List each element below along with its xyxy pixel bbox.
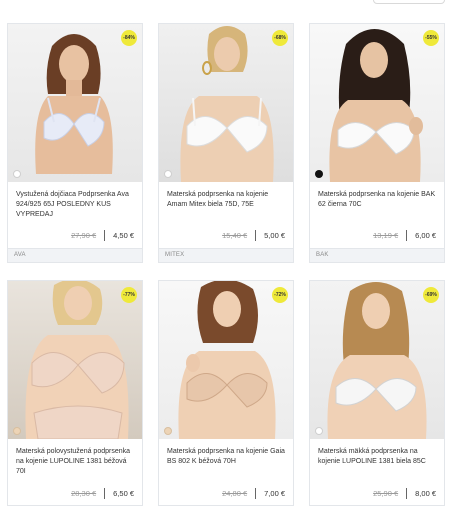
old-price: 25,90 € <box>373 489 399 498</box>
price-separator <box>104 230 106 241</box>
product-image[interactable]: -77% <box>8 281 142 439</box>
price-separator <box>255 488 257 499</box>
product-name[interactable]: Materská podprsenka na kojenie Amam Mite… <box>167 190 289 210</box>
price: 5,00 € <box>264 231 285 240</box>
color-swatch[interactable] <box>13 427 21 435</box>
old-price: 13,19 € <box>373 231 399 240</box>
discount-badge: -77% <box>121 287 137 303</box>
product-name[interactable]: Materská podprsenka na kojenie Gaia BS 8… <box>167 447 289 467</box>
discount-badge: -55% <box>423 30 439 46</box>
top-button[interactable] <box>373 0 445 4</box>
price-row: 13,19 € 6,00 € <box>373 230 436 241</box>
price: 7,00 € <box>264 489 285 498</box>
product-card[interactable]: -77% Materská polovystužená podprsenka n… <box>7 280 143 506</box>
product-image[interactable]: -69% <box>310 281 444 439</box>
product-name[interactable]: Materská mäkká podprsenka na kojenie LUP… <box>318 447 440 467</box>
product-image[interactable]: -72% <box>159 281 293 439</box>
product-card[interactable]: -55% Materská podprsenka na kojenie BAK … <box>309 23 445 263</box>
price-row: 27,90 € 4,50 € <box>71 230 134 241</box>
product-name[interactable]: Materská podprsenka na kojenie BAK 62 či… <box>318 190 440 210</box>
price-separator <box>104 488 106 499</box>
color-swatch[interactable] <box>164 427 172 435</box>
brand-label[interactable]: BAK <box>310 248 444 262</box>
product-card[interactable]: -72% Materská podprsenka na kojenie Gaia… <box>158 280 294 506</box>
product-image[interactable]: -55% <box>310 24 444 182</box>
brand-label[interactable]: MITEX <box>159 248 293 262</box>
price-separator <box>406 230 408 241</box>
price: 4,50 € <box>113 231 134 240</box>
product-image[interactable]: -68% <box>159 24 293 182</box>
color-swatch[interactable] <box>164 170 172 178</box>
old-price: 28,30 € <box>71 489 97 498</box>
top-bar <box>0 0 460 8</box>
price: 6,00 € <box>415 231 436 240</box>
product-card[interactable]: -68% Materská podprsenka na kojenie Amam… <box>158 23 294 263</box>
product-name[interactable]: Materská polovystužená podprsenka na koj… <box>16 447 138 477</box>
brand-label[interactable]: AVA <box>8 248 142 262</box>
price-row: 25,90 € 8,00 € <box>373 488 436 499</box>
discount-badge: -68% <box>272 30 288 46</box>
product-name[interactable]: Vystužená dojčiaca Podprsenka Ava 924/92… <box>16 190 138 220</box>
price-row: 15,40 € 5,00 € <box>222 230 285 241</box>
price-separator <box>406 488 408 499</box>
old-price: 24,80 € <box>222 489 248 498</box>
product-image[interactable]: -84% <box>8 24 142 182</box>
old-price: 27,90 € <box>71 231 97 240</box>
color-swatch[interactable] <box>13 170 21 178</box>
color-swatch[interactable] <box>315 427 323 435</box>
price-row: 28,30 € 6,50 € <box>71 488 134 499</box>
price-row: 24,80 € 7,00 € <box>222 488 285 499</box>
product-card[interactable]: -84% Vystužená dojčiaca Podprsenka Ava 9… <box>7 23 143 263</box>
product-card[interactable]: -69% Materská mäkká podprsenka na kojeni… <box>309 280 445 506</box>
old-price: 15,40 € <box>222 231 248 240</box>
price: 6,50 € <box>113 489 134 498</box>
discount-badge: -84% <box>121 30 137 46</box>
color-swatch[interactable] <box>315 170 323 178</box>
price-separator <box>255 230 257 241</box>
discount-badge: -69% <box>423 287 439 303</box>
price: 8,00 € <box>415 489 436 498</box>
discount-badge: -72% <box>272 287 288 303</box>
